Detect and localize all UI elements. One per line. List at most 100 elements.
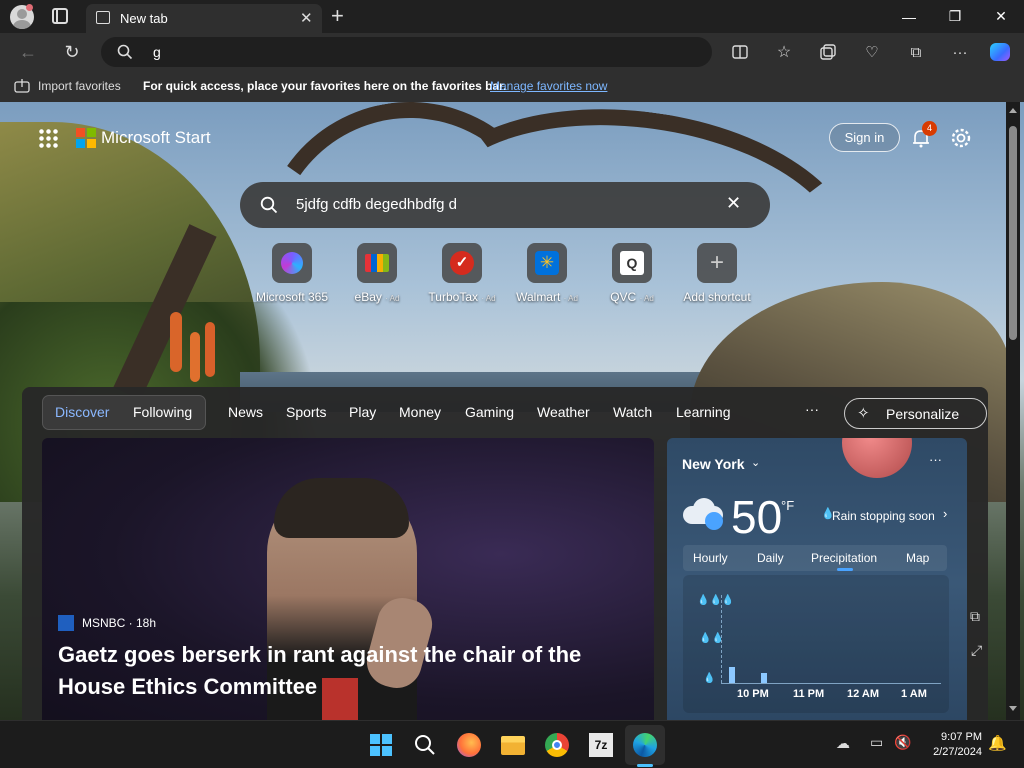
time-label: 11 PM xyxy=(793,688,825,700)
tab-news[interactable]: News xyxy=(228,404,263,420)
search-input[interactable]: 5jdfg cdfb degedhbdfg d xyxy=(296,196,457,213)
more-tabs-icon[interactable]: ··· xyxy=(805,401,819,417)
active-tab[interactable]: New tab ✕ xyxy=(86,4,322,33)
import-favorites-button[interactable]: Import favorites xyxy=(38,79,121,93)
tab-learning[interactable]: Learning xyxy=(676,404,731,420)
favorites-bar: Import favorites For quick access, place… xyxy=(0,71,1024,102)
back-icon[interactable]: ← xyxy=(18,42,38,62)
volume-muted-icon[interactable]: 🔇 xyxy=(894,734,911,751)
expand-icon[interactable]: ⤢ xyxy=(971,642,982,659)
clock-date: 2/27/2024 xyxy=(933,746,982,758)
firefox-icon[interactable] xyxy=(455,731,483,759)
tab-play[interactable]: Play xyxy=(349,404,376,420)
restore-icon[interactable]: ❐ xyxy=(932,0,978,33)
file-explorer-icon[interactable] xyxy=(499,731,527,759)
shortcut-label: QVC xyxy=(610,290,637,304)
precipitation-chart: 💧💧💧 💧💧 💧 10 PM 11 PM 12 AM 1 AM xyxy=(683,575,949,713)
weather-tab-precipitation[interactable]: Precipitation xyxy=(811,551,877,565)
settings-gear-icon[interactable] xyxy=(950,127,972,149)
scroll-down-icon[interactable] xyxy=(1009,706,1017,711)
page-scrollbar[interactable] xyxy=(1006,102,1020,720)
ad-tag: · Ad xyxy=(385,294,400,303)
chrome-icon[interactable] xyxy=(543,731,571,759)
display-icon[interactable]: ▭ xyxy=(870,734,883,751)
edge-icon[interactable] xyxy=(631,731,659,759)
import-icon xyxy=(14,79,30,93)
close-tab-icon[interactable]: ✕ xyxy=(300,9,313,27)
cloud-rain-icon xyxy=(683,498,725,530)
search-icon xyxy=(117,44,133,60)
tab-discover[interactable]: Discover xyxy=(55,404,109,420)
time-label: 1 AM xyxy=(901,688,927,700)
tab-actions-icon[interactable] xyxy=(52,8,68,24)
clear-search-icon[interactable]: ✕ xyxy=(726,193,741,214)
web-search-box[interactable]: 5jdfg cdfb degedhbdfg d ✕ xyxy=(240,182,770,228)
minimize-icon[interactable]: — xyxy=(886,0,932,33)
signin-button[interactable]: Sign in xyxy=(829,123,900,152)
clock-time: 9:07 PM xyxy=(941,731,982,743)
notifications-bell-icon[interactable]: 🔔 xyxy=(988,734,1007,752)
chart-baseline xyxy=(721,683,941,684)
active-tab-indicator xyxy=(837,568,853,571)
close-window-icon[interactable]: ✕ xyxy=(978,0,1024,33)
news-headline[interactable]: Gaetz goes berserk in rant against the c… xyxy=(58,639,618,703)
ad-tag: · Ad xyxy=(563,294,578,303)
system-clock[interactable]: 9:07 PM 2/27/2024 xyxy=(910,730,982,760)
weather-tab-map[interactable]: Map xyxy=(906,551,929,565)
scroll-up-icon[interactable] xyxy=(1009,108,1017,113)
personalize-button[interactable]: ✧ Personalize xyxy=(844,398,987,429)
tab-watch[interactable]: Watch xyxy=(613,404,652,420)
chevron-down-icon[interactable]: ⌄ xyxy=(751,456,760,469)
weather-tab-hourly[interactable]: Hourly xyxy=(693,551,728,565)
screenshot-icon[interactable]: ⧉ xyxy=(970,608,980,625)
taskbar-search-icon[interactable] xyxy=(411,731,439,759)
tab-sports[interactable]: Sports xyxy=(286,404,326,420)
chevron-right-icon[interactable]: › xyxy=(943,506,947,521)
copilot-icon[interactable] xyxy=(990,42,1010,62)
7zip-icon[interactable]: 7z xyxy=(587,731,615,759)
more-menu-icon[interactable]: ··· xyxy=(950,42,970,62)
refresh-icon[interactable]: ↻ xyxy=(62,42,82,62)
ebay-bag-icon xyxy=(365,254,389,272)
network-icon[interactable]: ☁ xyxy=(836,735,850,752)
tab-title: New tab xyxy=(120,11,168,26)
browser-essentials-icon[interactable]: ♡ xyxy=(862,42,882,62)
add-shortcut-button[interactable]: + Add shortcut xyxy=(667,243,767,304)
taskbar: 7z ☁ ▭ 🔇 9:07 PM 2/27/2024 🔔 xyxy=(0,720,1024,768)
new-tab-page-icon xyxy=(96,11,110,24)
extensions-icon[interactable]: ⧉ xyxy=(906,42,926,62)
apps-launcher-icon[interactable] xyxy=(38,128,58,148)
weather-menu-icon[interactable]: ··· xyxy=(929,452,942,467)
weather-condition[interactable]: Rain stopping soon xyxy=(832,509,935,523)
heavy-rain-icon: 💧💧💧 xyxy=(697,595,735,606)
navigation-bar: ← ↻ g ☆ ♡ ⧉ ··· xyxy=(0,33,1024,71)
tab-money[interactable]: Money xyxy=(399,404,441,420)
tab-gaming[interactable]: Gaming xyxy=(465,404,514,420)
new-tab-icon[interactable]: + xyxy=(331,3,344,29)
title-bar: New tab ✕ + — ❐ ✕ xyxy=(0,0,1024,33)
manage-favorites-link[interactable]: Manage favorites now xyxy=(490,79,607,93)
favorites-icon[interactable]: ☆ xyxy=(774,42,794,62)
shortcut-label: eBay xyxy=(354,290,382,304)
scrollbar-thumb[interactable] xyxy=(1009,126,1017,340)
shortcut-label: TurboTax xyxy=(428,290,478,304)
tab-weather[interactable]: Weather xyxy=(537,404,590,420)
turbotax-check-icon: ✓ xyxy=(450,251,474,275)
address-bar[interactable]: g xyxy=(101,37,712,67)
microsoft-logo xyxy=(76,128,96,148)
tab-following[interactable]: Following xyxy=(133,404,192,420)
windows-start-icon[interactable] xyxy=(367,731,395,759)
hero-news-card[interactable]: MSNBC · 18h Gaetz goes berserk in rant a… xyxy=(42,438,654,720)
notification-count-badge: 4 xyxy=(922,121,937,136)
plus-icon: + xyxy=(709,249,724,276)
split-screen-icon[interactable] xyxy=(730,42,750,62)
news-source: MSNBC · 18h xyxy=(82,616,157,630)
brand-title[interactable]: Microsoft Start xyxy=(101,128,211,148)
address-input[interactable]: g xyxy=(153,44,161,60)
weather-city[interactable]: New York xyxy=(682,456,745,472)
precip-bar xyxy=(761,673,767,683)
weather-card[interactable]: New York ⌄ ··· 50 °F 💧 Rain stopping soo… xyxy=(667,438,967,720)
collections-icon[interactable] xyxy=(818,42,838,62)
shortcut-label: Walmart xyxy=(516,290,561,304)
weather-tab-daily[interactable]: Daily xyxy=(757,551,784,565)
